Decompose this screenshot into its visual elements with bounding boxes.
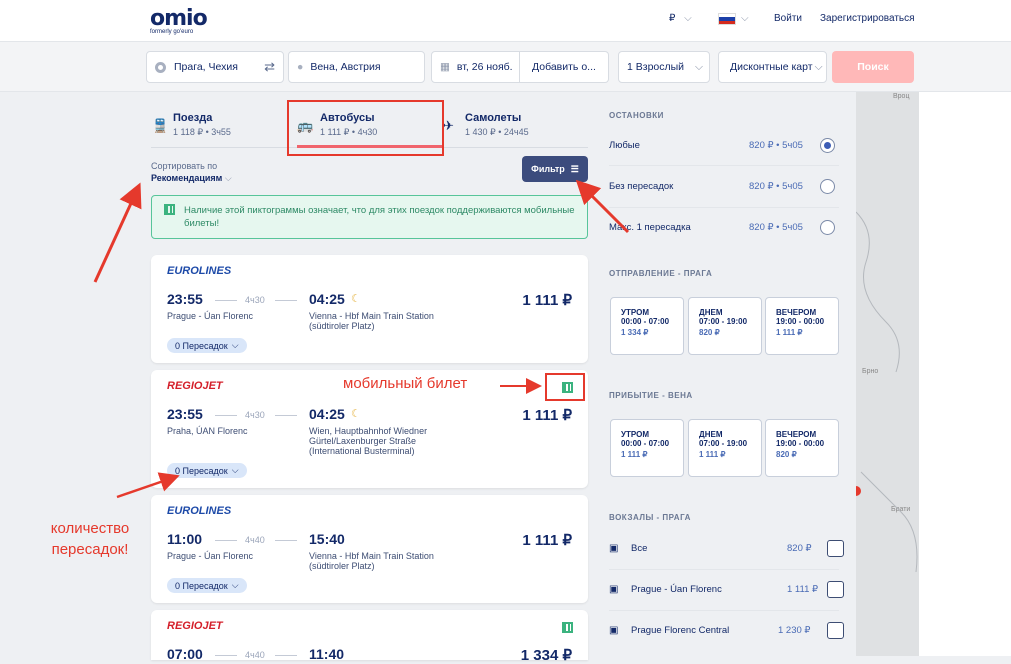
annotation-arrows	[93, 179, 630, 499]
